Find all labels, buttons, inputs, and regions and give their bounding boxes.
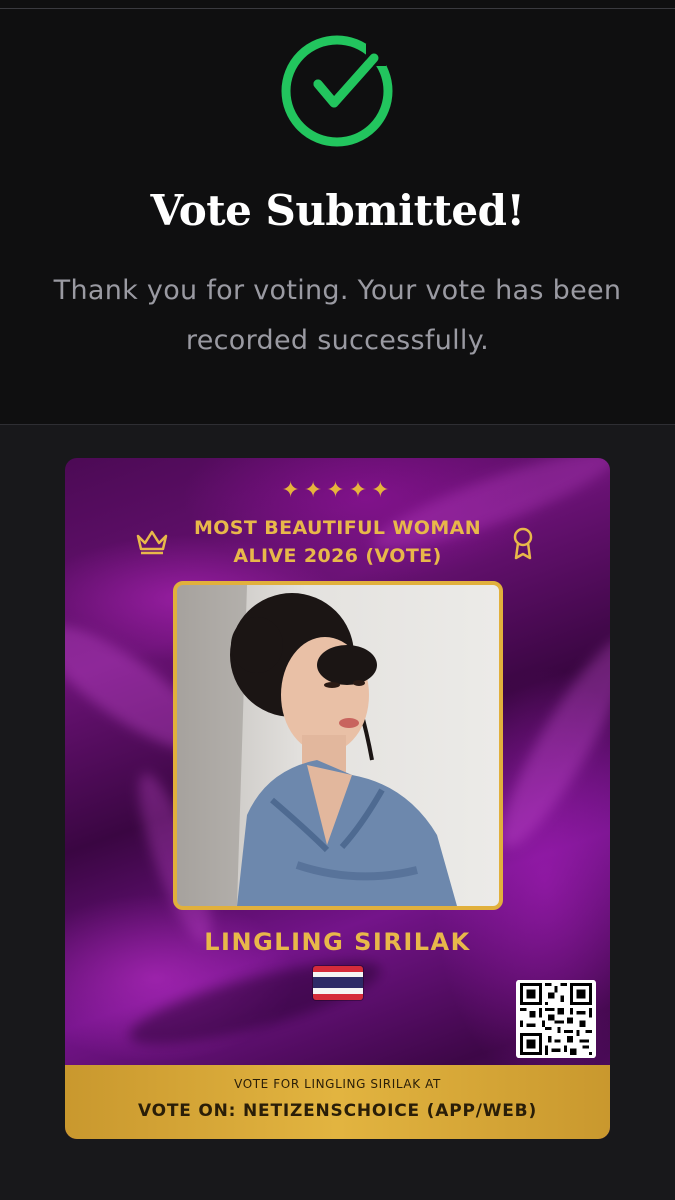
- thailand-flag-icon: [313, 966, 363, 1000]
- page-title: Vote Submitted!: [150, 186, 525, 235]
- velvet-fold: [122, 945, 388, 1061]
- qr-code-icon[interactable]: [516, 980, 596, 1058]
- vote-confirmation-panel: Vote Submitted! Thank you for voting. Yo…: [0, 0, 675, 425]
- vote-footer-banner: VOTE FOR LINGLING SIRILAK AT VOTE ON: NE…: [65, 1065, 610, 1139]
- vote-share-card[interactable]: ✦✦✦✦✦ MOST BEAUTIFUL WOMAN ALIVE 2026 (V…: [65, 458, 610, 1139]
- footer-caption: VOTE FOR LINGLING SIRILAK AT: [234, 1077, 441, 1091]
- nominee-name: LINGLING SIRILAK: [204, 928, 471, 956]
- crown-icon: [136, 530, 168, 555]
- award-ribbon-icon: [513, 527, 533, 560]
- nominee-portrait-illustration: [177, 585, 457, 906]
- check-circle-icon: [281, 35, 393, 147]
- divider: [0, 8, 675, 9]
- confirmation-message: Thank you for voting. Your vote has been…: [53, 275, 622, 356]
- footer-vote-link[interactable]: VOTE ON: NETIZENSCHOICE (APP/WEB): [65, 1101, 610, 1121]
- stars-decoration: ✦✦✦✦✦: [281, 478, 394, 503]
- nominee-photo: [173, 581, 503, 910]
- award-title: MOST BEAUTIFUL WOMAN ALIVE 2026 (VOTE): [193, 517, 482, 567]
